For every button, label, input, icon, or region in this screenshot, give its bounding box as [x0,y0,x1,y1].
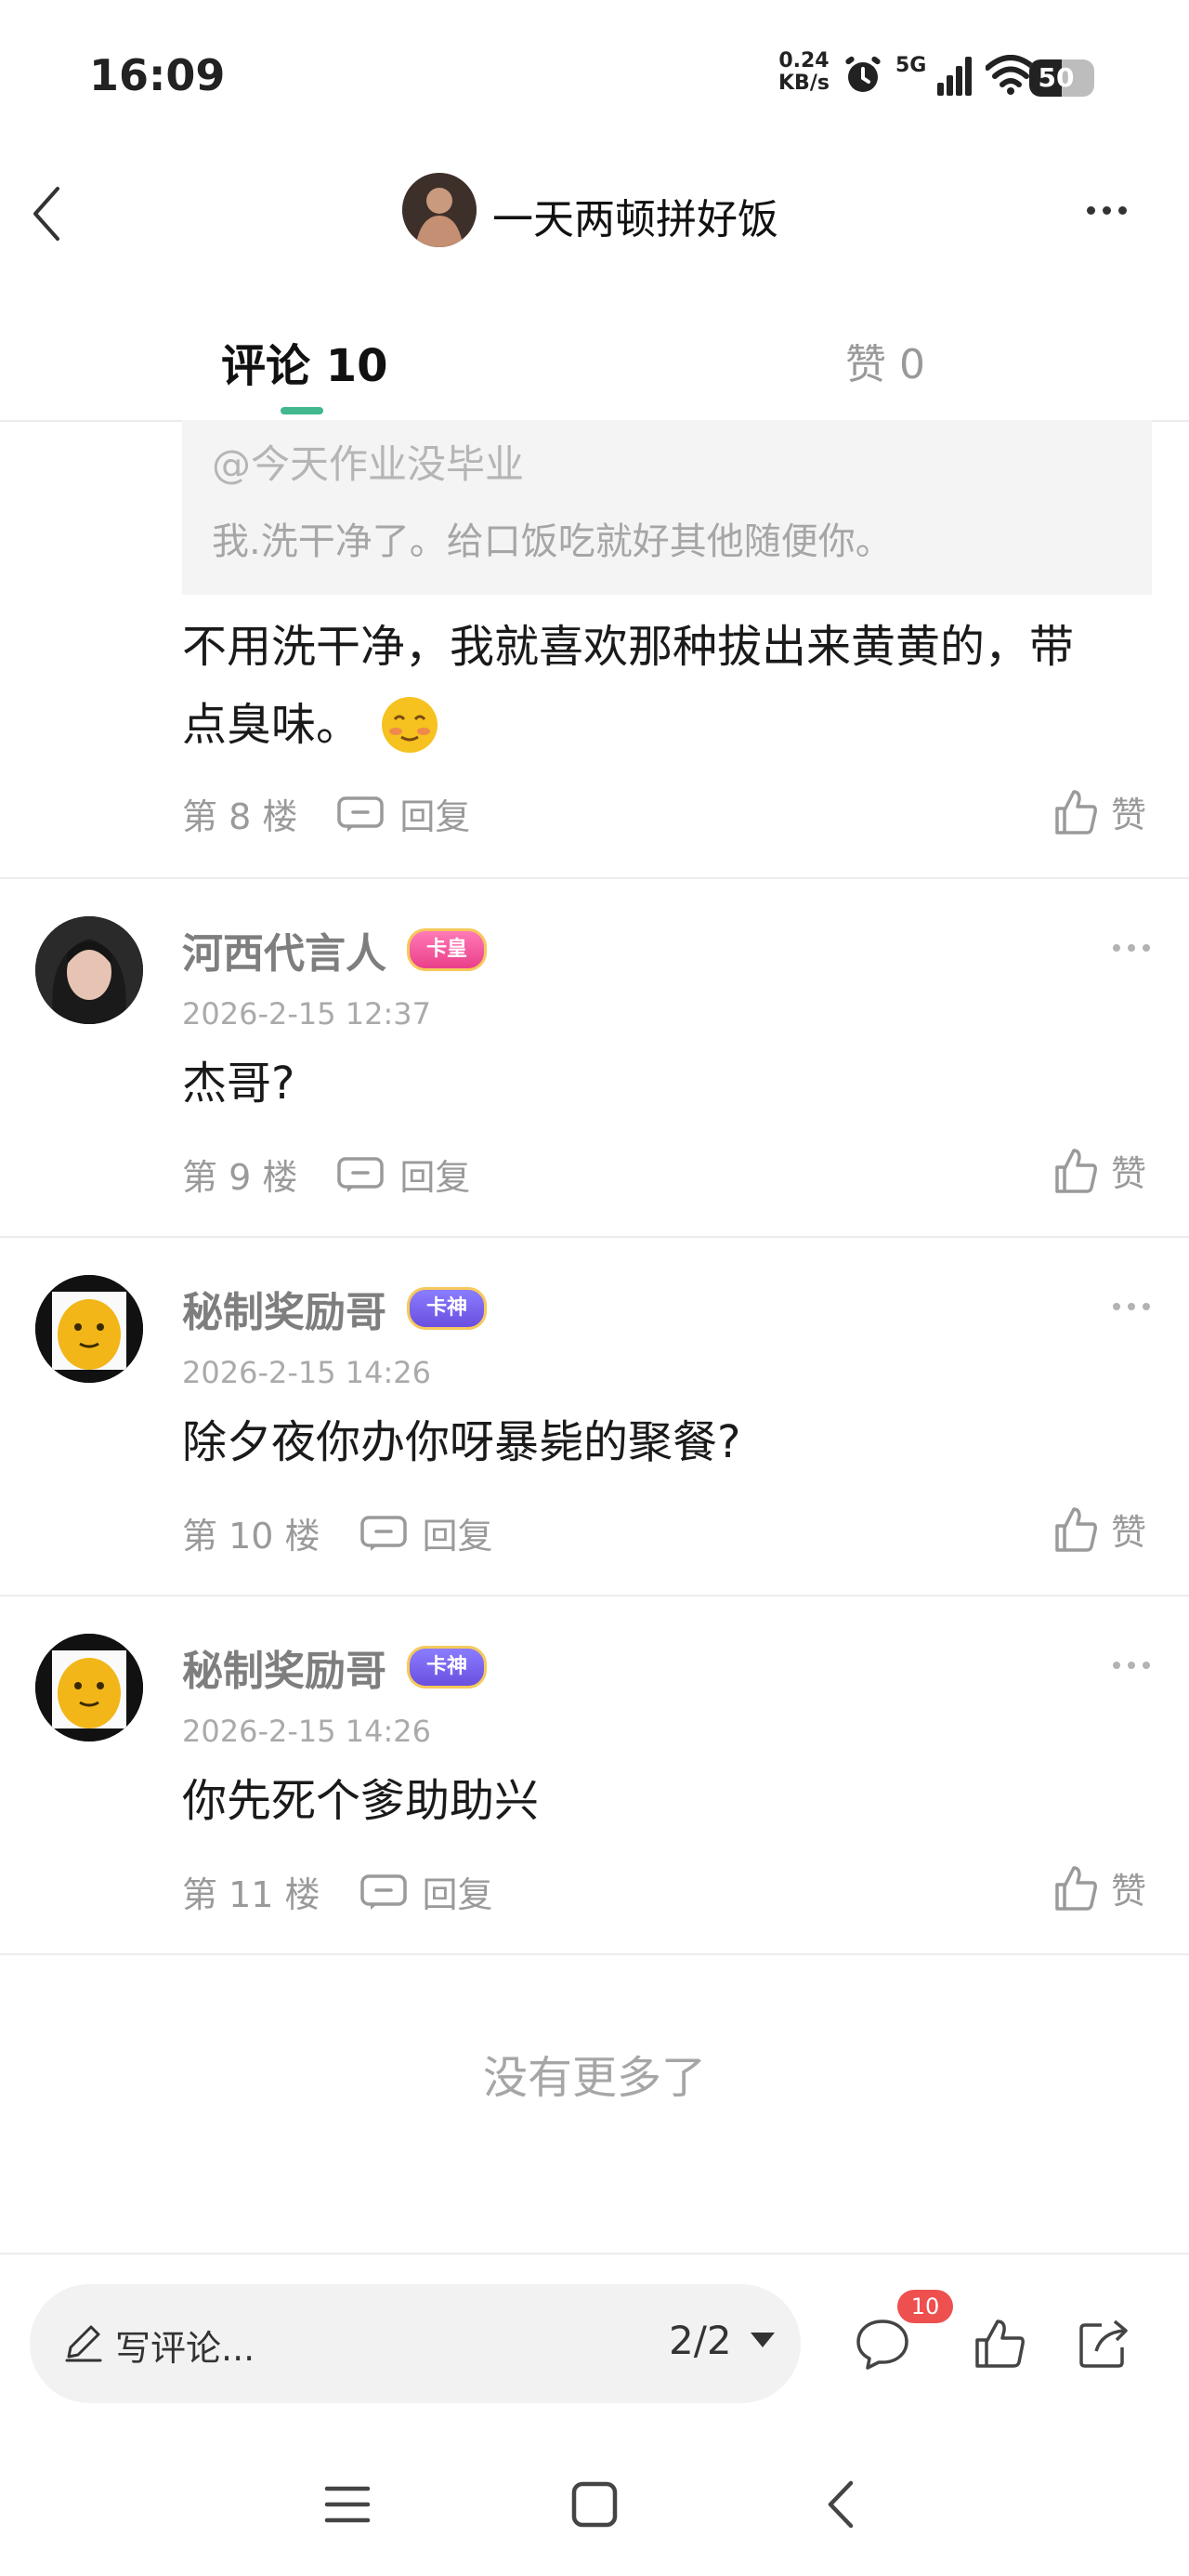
yellow-blob-avatar-icon [35,1275,143,1383]
thumbs-up-icon [1055,1148,1097,1193]
comment-more-icon[interactable] [1113,1662,1150,1669]
avatar[interactable] [35,1634,143,1741]
timestamp: 2026-2-15 14:26 [182,1714,431,1749]
thumbs-up-icon[interactable] [970,2314,1029,2373]
avatar[interactable] [35,916,143,1024]
timestamp: 2026-2-15 14:26 [182,1355,431,1390]
floor-number: 第 10 楼 [182,1516,320,1557]
thumbs-up-icon [1055,789,1097,835]
tab-likes[interactable]: 赞 0 [845,331,925,390]
battery-indicator: 50 [1029,59,1094,97]
bottom-bar-divider [0,2253,1189,2254]
level-badge: 卡神 [407,1646,488,1689]
quoted-user[interactable]: @今天作业没毕业 [212,433,524,490]
page-indicator[interactable]: 2/2 [669,2318,732,2363]
like-button[interactable]: 赞 [1053,1862,1146,1913]
avatar[interactable] [35,1275,143,1383]
username[interactable]: 秘制奖励哥 [182,1637,386,1697]
forum-title[interactable]: 一天两顿拼好饭 [492,186,778,245]
level-badge: 卡皇 [407,928,488,971]
comment-divider [0,1595,1189,1597]
comment-meta: 第 10 楼 回复 [182,1507,493,1558]
quoted-text: 我.洗干净了。给口饭吃就好其他随便你。 [212,520,893,563]
comment-count-badge: 10 [897,2290,953,2323]
signal-icon [937,57,973,96]
back-button[interactable] [28,181,65,246]
thumbs-up-icon [1055,1506,1097,1552]
menu-icon[interactable] [320,2472,375,2537]
reply-icon [359,1873,407,1910]
active-tab-indicator [281,407,323,414]
username[interactable]: 秘制奖励哥 [182,1279,386,1338]
thumbs-up-icon [1055,1865,1097,1911]
user-photo-icon [35,916,143,1024]
reply-button[interactable]: 回复 [336,1149,470,1200]
back-nav-icon[interactable] [814,2472,869,2537]
reply-button[interactable]: 回复 [359,1507,493,1558]
reply-button[interactable]: 回复 [336,788,470,839]
battery-level: 50 [1038,62,1075,93]
floor-number: 第 11 楼 [182,1874,320,1915]
comment-text: 你先死个爹助助兴 [182,1775,540,1827]
person-photo-icon [402,173,477,247]
forum-avatar[interactable] [402,173,477,247]
comment-meta: 第 9 楼 回复 [182,1149,470,1200]
cell-type-label: 5G [895,54,927,77]
shy-emoji-icon [382,697,438,753]
home-icon[interactable] [567,2472,622,2537]
reply-button[interactable]: 回复 [359,1866,493,1917]
tab-comments[interactable]: 评论 10 [221,329,388,394]
pencil-icon [65,2325,102,2362]
comment-meta: 第 11 楼 回复 [182,1866,493,1917]
no-more-label: 没有更多了 [482,2052,706,2104]
reply-icon [359,1515,407,1551]
comment-more-icon[interactable] [1113,1303,1150,1310]
more-horizontal-icon[interactable] [1087,206,1127,215]
floor-number: 第 8 楼 [182,796,298,837]
like-button[interactable]: 赞 [1053,1145,1146,1196]
reply-icon [337,1156,385,1192]
comment-text: 杰哥? [182,1058,295,1110]
status-icons: 5G [842,54,1037,97]
user-info: 秘制奖励哥 卡神 [182,1637,488,1697]
comment-text: 除夕夜你办你呀暴毙的聚餐? [182,1416,741,1468]
status-time: 16:09 [89,50,226,100]
alarm-icon [845,56,881,92]
comment-more-icon[interactable] [1113,944,1150,952]
comment-text: 不用洗干净，我就喜欢那种拔出来黄黄的，带 点臭味。 [182,608,1074,764]
comment-divider [0,1236,1189,1238]
yellow-blob-avatar-icon [35,1634,143,1741]
reply-icon [337,795,385,832]
comment-divider [0,1953,1189,1955]
username[interactable]: 河西代言人 [182,920,386,979]
user-info: 秘制奖励哥 卡神 [182,1279,488,1338]
caret-down-icon[interactable] [751,2333,775,2347]
level-badge: 卡神 [407,1287,488,1330]
like-button[interactable]: 赞 [1053,786,1146,837]
user-info: 河西代言人 卡皇 [182,920,488,979]
like-button[interactable]: 赞 [1053,1504,1146,1555]
timestamp: 2026-2-15 12:37 [182,996,431,1032]
comment-divider [0,877,1189,879]
comment-icon[interactable] [853,2314,912,2373]
comment-input-placeholder[interactable]: 写评论... [115,2320,255,2371]
comment-meta: 第 8 楼 回复 [182,788,470,839]
floor-number: 第 9 楼 [182,1157,298,1198]
share-icon[interactable] [1074,2314,1133,2373]
network-speed: 0.24 KB/s [778,49,830,95]
